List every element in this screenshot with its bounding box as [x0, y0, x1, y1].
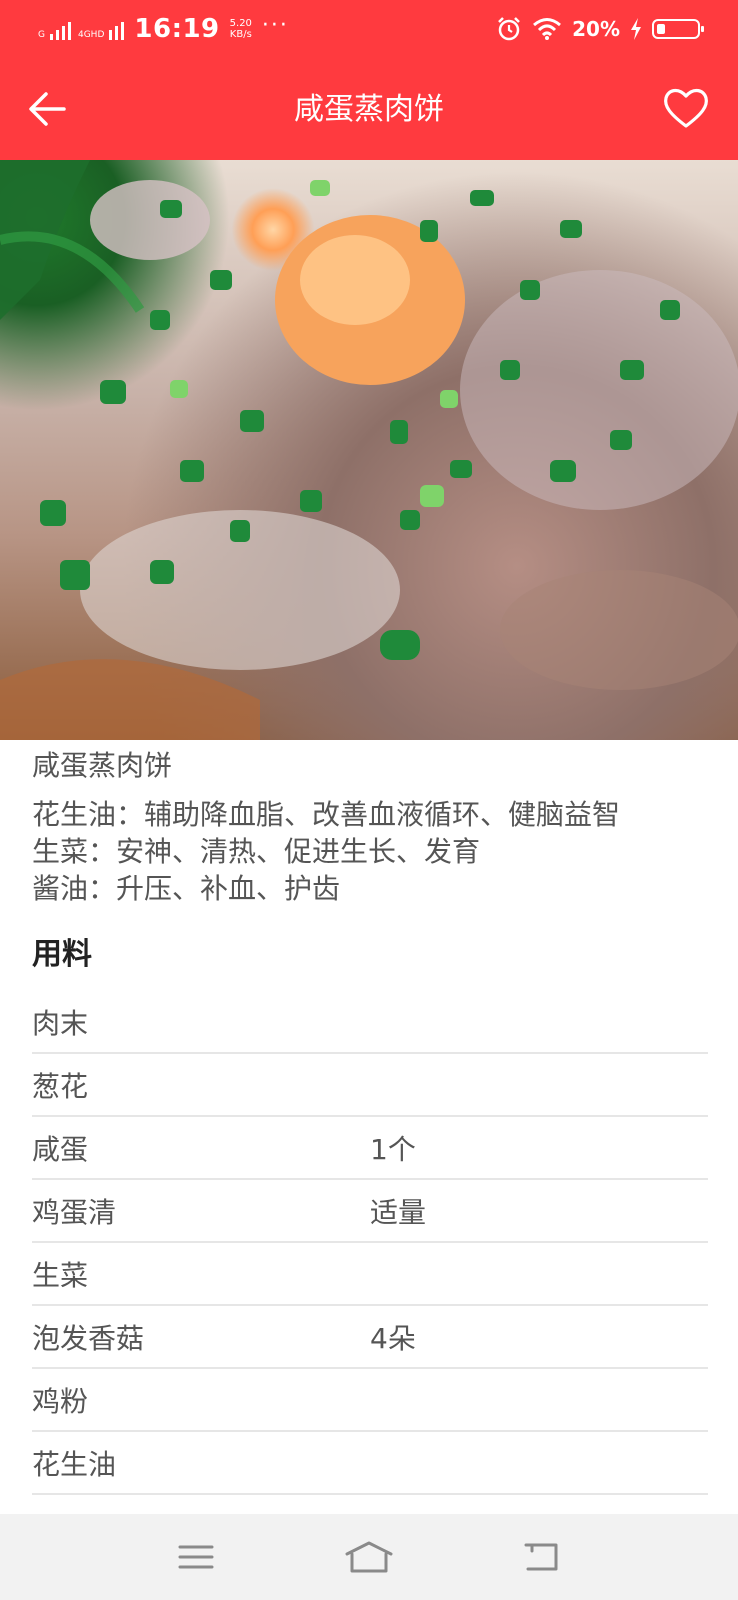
back-button[interactable] — [517, 1537, 567, 1577]
benefit-line: 生菜：安神、清热、促进生长、发育 — [32, 835, 481, 868]
speed-unit: KB/s — [229, 29, 252, 40]
ingredient-name: 花生油 — [32, 1447, 117, 1481]
status-time: 16:19 — [134, 14, 220, 44]
ingredients-table: 肉末 葱花 咸蛋 1个 鸡蛋清 适量 生菜 泡发香菇 4朵 鸡粉 花生油 — [32, 991, 708, 1495]
network-tag: G — [38, 30, 45, 40]
ingredient-row: 花生油 — [32, 1432, 708, 1495]
home-icon — [345, 1541, 393, 1573]
recipe-content: 咸蛋蒸肉饼 花生油：辅助降血脂、改善血液循环、健脑益智 生菜：安神、清热、促进生… — [32, 744, 708, 1495]
battery-percent: 20% — [572, 17, 620, 41]
ingredient-row: 泡发香菇 4朵 — [32, 1306, 708, 1369]
status-right: 20% — [496, 16, 704, 42]
network-speed: 5.20 KB/s — [230, 18, 252, 40]
signal-icon: G 4GHD — [38, 18, 125, 40]
ingredient-row: 葱花 — [32, 1054, 708, 1117]
ingredient-amount: 4朵 — [370, 1321, 416, 1355]
ingredient-name: 咸蛋 — [32, 1132, 89, 1166]
menu-icon — [178, 1545, 214, 1569]
ingredient-name: 泡发香菇 — [32, 1321, 145, 1355]
ingredient-row: 咸蛋 1个 — [32, 1117, 708, 1180]
ingredient-name: 生菜 — [32, 1258, 89, 1292]
ingredient-amount: 适量 — [370, 1195, 427, 1229]
menu-button[interactable] — [171, 1537, 221, 1577]
benefits-text: 花生油：辅助降血脂、改善血液循环、健脑益智 生菜：安神、清热、促进生长、发育 酱… — [32, 796, 708, 907]
status-bar: G 4GHD 16:19 5.20 KB/s ··· 20% — [0, 0, 738, 58]
ingredient-name: 鸡粉 — [32, 1384, 89, 1418]
dish-name: 咸蛋蒸肉饼 — [32, 749, 173, 782]
benefit-line: 酱油：升压、补血、护齿 — [32, 872, 341, 905]
home-button[interactable] — [344, 1537, 394, 1577]
status-left: G 4GHD 16:19 5.20 KB/s ··· — [38, 12, 289, 45]
wifi-icon — [533, 18, 562, 40]
system-nav-bar — [0, 1514, 738, 1600]
charging-icon — [631, 18, 641, 40]
ingredient-name: 葱花 — [32, 1069, 89, 1103]
page-title: 咸蛋蒸肉饼 — [294, 92, 444, 127]
battery-icon — [652, 19, 704, 39]
alarm-icon — [498, 17, 521, 41]
network-tag-4g: 4GHD — [77, 30, 105, 40]
ingredient-row: 鸡粉 — [32, 1369, 708, 1432]
ingredient-row: 肉末 — [32, 991, 708, 1054]
ingredient-amount: 1个 — [370, 1132, 416, 1166]
ingredient-name: 鸡蛋清 — [32, 1195, 117, 1229]
recipe-photo-art — [0, 160, 738, 740]
more-notifications: ··· — [261, 12, 289, 38]
ingredient-row: 鸡蛋清 适量 — [32, 1180, 708, 1243]
recipe-photo — [0, 160, 738, 740]
back-icon — [524, 1543, 558, 1571]
ingredient-row: 生菜 — [32, 1243, 708, 1306]
heart-outline-icon[interactable] — [662, 84, 710, 132]
recipe-detail-screen: G 4GHD 16:19 5.20 KB/s ··· 20% 咸蛋蒸肉饼 咸蛋蒸… — [0, 0, 738, 1600]
ingredients-title: 用料 — [32, 937, 92, 972]
benefit-line: 花生油：辅助降血脂、改善血液循环、健脑益智 — [32, 798, 621, 831]
app-bar: 咸蛋蒸肉饼 — [0, 58, 738, 160]
ingredient-name: 肉末 — [32, 1006, 89, 1040]
speed-value: 5.20 — [229, 18, 252, 29]
